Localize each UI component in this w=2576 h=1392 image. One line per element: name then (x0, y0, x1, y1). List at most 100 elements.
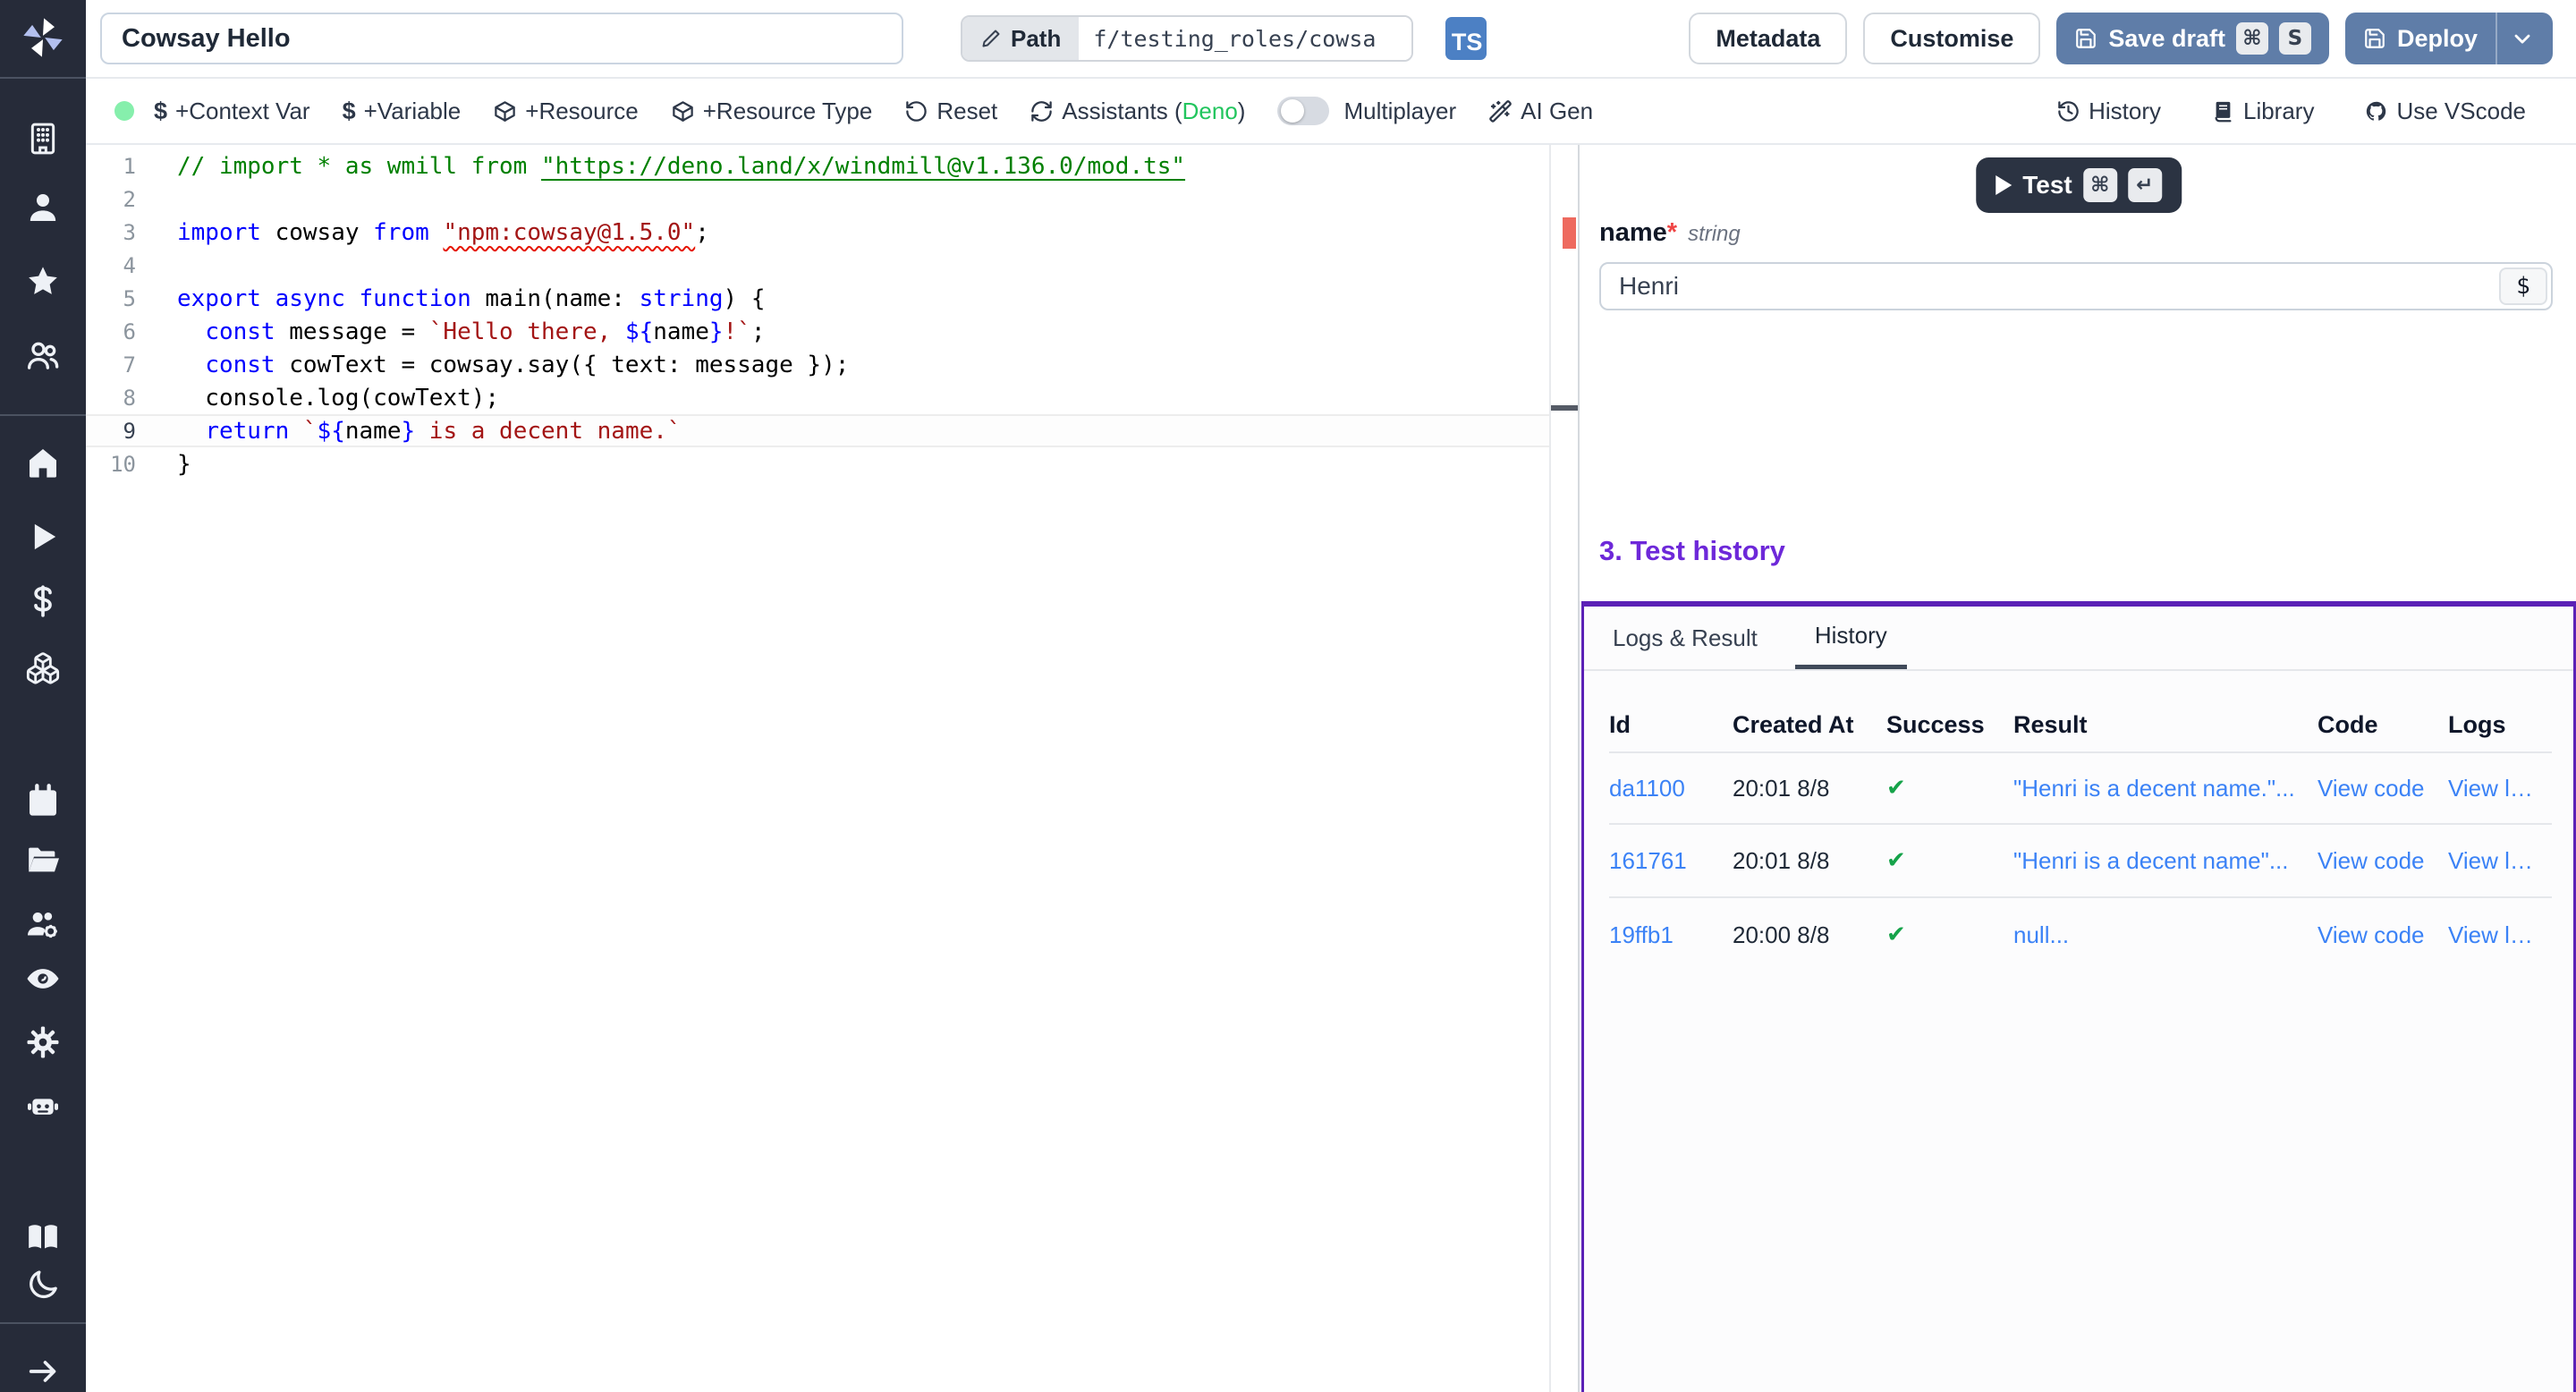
sidebar-item-groups[interactable] (25, 337, 61, 373)
sidebar-collapse-toggle[interactable] (25, 1354, 61, 1389)
history-button[interactable]: History (2056, 98, 2161, 125)
code-line[interactable]: 8 console.log(cowText); (86, 381, 1549, 414)
sidebar-item-variables[interactable] (25, 583, 61, 619)
line-content: } (177, 451, 191, 478)
line-number: 3 (86, 220, 136, 245)
rotate-ccw-icon (904, 99, 928, 123)
path-value-input[interactable] (1079, 17, 1411, 60)
test-button[interactable]: Test ⌘ ↵ (1976, 157, 2182, 213)
use-vscode-button[interactable]: Use VScode (2364, 98, 2526, 125)
building-icon (25, 121, 61, 157)
folder-open-icon (25, 842, 61, 878)
view-code-link[interactable]: View code (2318, 847, 2448, 875)
line-number: 5 (86, 286, 136, 311)
code-line[interactable]: 6 const message = `Hello there, ${name}!… (86, 315, 1549, 348)
use-vscode-label: Use VScode (2396, 98, 2526, 125)
result-link[interactable]: "Henri is a decent name."... (2013, 775, 2318, 802)
cmd-key-badge: ⌘ (2236, 22, 2268, 55)
run-id-link[interactable]: 161761 (1609, 847, 1733, 875)
sidebar-item-favorites[interactable] (25, 264, 61, 300)
sidebar-item-resources[interactable] (25, 650, 61, 686)
code-line[interactable]: 1// import * as wmill from "https://deno… (86, 149, 1549, 182)
code-editor[interactable]: 1// import * as wmill from "https://deno… (86, 145, 1580, 1392)
assistants-button[interactable]: Assistants (Deno) (1030, 98, 1245, 125)
code-line[interactable]: 4 (86, 249, 1549, 282)
sidebar-item-workers[interactable] (25, 906, 61, 942)
code-line[interactable]: 5export async function main(name: string… (86, 282, 1549, 315)
toolbar-right: History Library Use VScode (2056, 98, 2526, 125)
error-marker (1563, 217, 1576, 249)
add-resource-button[interactable]: +Resource (493, 98, 638, 125)
view-logs-link[interactable]: View logs (2448, 921, 2552, 949)
sidebar-item-theme[interactable] (25, 1267, 61, 1303)
cmd-key-badge: ⌘ (2083, 168, 2117, 202)
chevron-down-icon[interactable] (2510, 26, 2535, 51)
line-number: 1 (86, 154, 136, 179)
col-created-at: Created At (1733, 711, 1886, 739)
history-row: 16176120:01 8/8✔"Henri is a decent name"… (1609, 825, 2552, 898)
magic-wand-icon (1488, 99, 1513, 123)
view-logs-link[interactable]: View logs (2448, 775, 2552, 802)
result-link[interactable]: null... (2013, 921, 2318, 949)
customise-button[interactable]: Customise (1863, 13, 2040, 64)
code-line[interactable]: 2 (86, 182, 1549, 216)
pencil-icon (980, 28, 1002, 49)
sidebar-item-folders[interactable] (25, 842, 61, 878)
deploy-button[interactable]: Deploy (2345, 13, 2553, 64)
editor-overview-ruler[interactable] (1549, 145, 1578, 1392)
add-resource-type-label: +Resource Type (703, 98, 873, 125)
reset-label: Reset (936, 98, 997, 125)
library-button[interactable]: Library (2211, 98, 2314, 125)
ai-gen-label: AI Gen (1521, 98, 1593, 125)
view-code-link[interactable]: View code (2318, 921, 2448, 949)
save-draft-button[interactable]: Save draft ⌘ S (2056, 13, 2329, 64)
history-tabs: Logs & Result History (1584, 607, 2573, 671)
code-line[interactable]: 7 const cowText = cowsay.say({ text: mes… (86, 348, 1549, 381)
ai-gen-button[interactable]: AI Gen (1488, 98, 1593, 125)
view-code-link[interactable]: View code (2318, 775, 2448, 802)
tab-logs-result[interactable]: Logs & Result (1593, 607, 1777, 669)
windmill-logo-icon (20, 14, 66, 61)
sidebar-item-ai[interactable] (25, 1087, 61, 1123)
multiplayer-toggle[interactable] (1277, 97, 1329, 125)
run-id-link[interactable]: da1100 (1609, 775, 1733, 802)
sidebar-item-home[interactable] (25, 445, 61, 480)
library-label: Library (2243, 98, 2314, 125)
code-line[interactable]: 10} (86, 447, 1549, 480)
argument-value-input[interactable] (1599, 262, 2553, 310)
package-icon (493, 99, 517, 123)
sidebar-item-docs[interactable] (25, 1219, 61, 1255)
result-link[interactable]: "Henri is a decent name"... (2013, 847, 2318, 875)
add-resource-type-button[interactable]: +Resource Type (671, 98, 873, 125)
code-line[interactable]: 3import cowsay from "npm:cowsay@1.5.0"; (86, 216, 1549, 249)
reset-button[interactable]: Reset (904, 98, 997, 125)
robot-icon (25, 1087, 61, 1123)
sidebar-item-user[interactable] (25, 190, 61, 225)
add-context-var-button[interactable]: $ +Context Var (154, 98, 310, 125)
package-icon (671, 99, 695, 123)
sidebar-item-workspace[interactable] (25, 121, 61, 157)
path-button[interactable]: Path (962, 17, 1079, 60)
deploy-label: Deploy (2397, 25, 2478, 53)
sidebar-item-schedules[interactable] (25, 783, 61, 819)
code-line[interactable]: 9 return `${name} is a decent name.` (86, 414, 1549, 447)
line-number: 8 (86, 386, 136, 411)
eye-icon (25, 961, 61, 997)
run-id-link[interactable]: 19ffb1 (1609, 921, 1733, 949)
windmill-logo[interactable] (20, 14, 66, 61)
sidebar-item-audit[interactable] (25, 961, 61, 997)
required-asterisk: * (1667, 218, 1677, 248)
metadata-button[interactable]: Metadata (1689, 13, 1847, 64)
github-icon (2364, 99, 2388, 123)
sidebar-item-runs[interactable] (25, 519, 61, 555)
add-variable-button[interactable]: $ +Variable (343, 98, 462, 125)
view-logs-link[interactable]: View logs (2448, 847, 2552, 875)
tab-history[interactable]: History (1795, 607, 1907, 669)
moon-icon (25, 1267, 61, 1303)
col-result: Result (2013, 711, 2318, 739)
script-title-input[interactable] (100, 13, 903, 64)
code-lines[interactable]: 1// import * as wmill from "https://deno… (86, 145, 1549, 480)
dollar-icon (25, 583, 61, 619)
variable-picker-button[interactable]: $ (2499, 267, 2547, 305)
sidebar-item-settings[interactable] (25, 1024, 61, 1060)
